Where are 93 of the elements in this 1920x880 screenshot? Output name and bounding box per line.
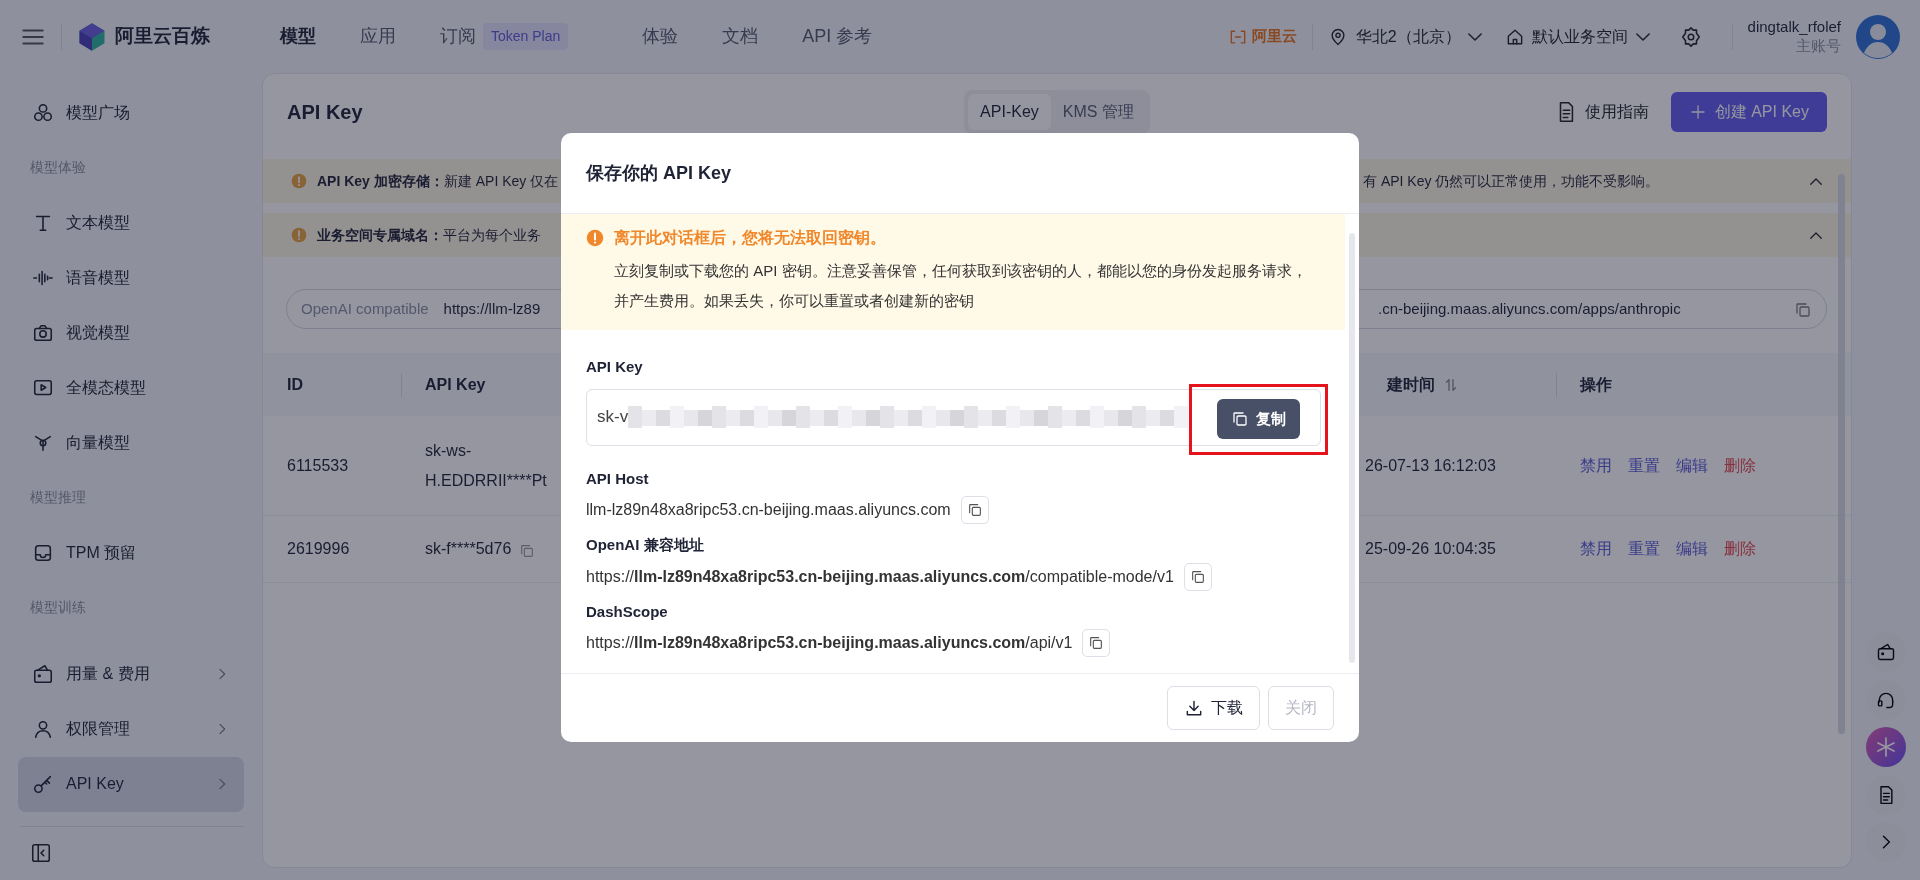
notice-text: 业务空间专属域名：平台为每个业务 xyxy=(317,225,541,245)
copy-button[interactable] xyxy=(1183,562,1212,591)
page-title: API Key xyxy=(287,99,364,125)
copy-icon xyxy=(1088,635,1105,651)
action-link[interactable]: 删除 xyxy=(1724,453,1756,478)
api-key-value: sk-v xyxy=(597,406,629,429)
key-icon xyxy=(32,773,54,796)
download-button[interactable]: 下载 xyxy=(1166,686,1260,730)
section-label: 模型体验 xyxy=(29,158,87,177)
sidebar-item[interactable]: 文本模型 xyxy=(18,195,244,250)
user-name: dingtalk_rfolef xyxy=(1747,17,1841,37)
cluster-icon xyxy=(32,101,54,124)
nav-tab[interactable]: 体验 xyxy=(642,23,679,50)
create-api-key-button[interactable]: 创建 API Key xyxy=(1671,91,1827,132)
column-header[interactable]: 操作 xyxy=(1580,372,1612,397)
region-selector[interactable]: 华北2（北京） xyxy=(1328,24,1483,49)
sidebar-item[interactable]: 语音模型 xyxy=(18,250,244,305)
action-link[interactable]: 编辑 xyxy=(1676,537,1708,561)
chevron-down-icon xyxy=(1468,32,1483,41)
field-value: llm-lz89n48xa8ripc53.cn-beijing.maas.aliyuncs.com xyxy=(586,500,951,520)
cube-logo-icon xyxy=(77,21,107,52)
action-link[interactable]: 禁用 xyxy=(1580,537,1612,561)
guide-link[interactable]: 使用指南 xyxy=(1555,99,1649,124)
sidebar-item[interactable]: API Key xyxy=(18,756,244,812)
nav-tab[interactable]: 订阅 xyxy=(439,23,476,50)
plan-badge: Token Plan xyxy=(483,23,569,50)
scrollbar[interactable] xyxy=(1349,233,1355,663)
sidebar-item[interactable]: 用量 & 费用 xyxy=(18,646,244,702)
user-icon xyxy=(32,718,54,741)
notice-text: 有 API Key 仍然可以正常使用，功能不受影响。 xyxy=(1363,171,1661,191)
copy-button[interactable]: 复制 xyxy=(1216,399,1301,439)
field-label: OpenAI 兼容地址 xyxy=(586,535,705,555)
action-link[interactable]: 重置 xyxy=(1628,537,1660,561)
table-cell-text: 2619996 xyxy=(287,539,350,559)
account-role: 主账号 xyxy=(1795,36,1841,56)
section-label: 模型训练 xyxy=(29,598,87,617)
assistant-button[interactable] xyxy=(1866,727,1906,767)
settings-button[interactable] xyxy=(1679,25,1702,48)
table-cell-text: 25-09-26 10:04:35 xyxy=(1365,539,1496,559)
sidebar-item[interactable]: 全模态模型 xyxy=(18,360,244,415)
copy-icon xyxy=(966,502,983,518)
sidebar-item[interactable]: 向量模型 xyxy=(18,415,244,470)
tab[interactable]: KMS 管理 xyxy=(1050,93,1146,130)
warning-icon xyxy=(291,227,307,243)
action-link[interactable]: 编辑 xyxy=(1676,453,1708,478)
cloud-logo-text: 阿里云 xyxy=(1252,26,1298,47)
notice-text: API Key 加密存储：新建 API Key 仅在 xyxy=(317,171,559,191)
tab[interactable]: API-Key xyxy=(968,93,1051,130)
nav-tab[interactable]: 应用 xyxy=(359,23,396,50)
nav-tab[interactable]: 模型 xyxy=(279,23,316,50)
action-link[interactable]: 删除 xyxy=(1724,537,1756,561)
warning-text: 立刻复制或下载您的 API 密钥。注意妥善保管，任何获取到该密钥的人，都能以您的身份发起服务请求，并产生费用。如果丢失，你可以重置或者创建新的密钥 xyxy=(613,261,1308,311)
column-header[interactable]: 建时间 xyxy=(1387,372,1459,397)
field-label: API Key xyxy=(586,357,644,377)
column-header[interactable]: ID xyxy=(287,372,303,397)
sidebar-item[interactable]: 权限管理 xyxy=(18,701,244,757)
copy-icon xyxy=(1189,568,1206,585)
copy-icon xyxy=(1230,410,1249,428)
copy-button[interactable] xyxy=(960,496,989,524)
copy-button[interactable] xyxy=(1082,629,1111,657)
wallet-icon xyxy=(32,663,54,686)
copy-icon xyxy=(518,542,535,559)
warning-icon xyxy=(291,173,307,189)
table-cell-text: sk-ws-H.EDDRRII****Pt xyxy=(425,440,548,491)
endpoint-label: OpenAI compatible xyxy=(301,298,429,319)
brand-name: 阿里云百炼 xyxy=(114,24,210,49)
endpoint-url: https://llm-lz89 xyxy=(443,298,541,319)
sidebar-item[interactable]: TPM 预留 xyxy=(18,525,244,580)
wallet-icon xyxy=(1876,642,1896,662)
sidebar-item[interactable]: 模型广场 xyxy=(18,85,244,140)
field-value: https://llm-lz89n48xa8ripc53.cn-beijing.maas.aliyuncs.com/api/v1 xyxy=(586,633,1073,653)
table-cell-text: 6115533 xyxy=(287,455,349,476)
avatar[interactable] xyxy=(1856,14,1900,59)
asterisk-icon xyxy=(1874,735,1898,759)
warning-icon xyxy=(586,229,604,247)
workspace-selector[interactable]: 默认业务空间 xyxy=(1504,24,1650,49)
action-link[interactable]: 禁用 xyxy=(1580,453,1612,478)
column-header[interactable]: API Key xyxy=(425,372,486,397)
panel-collapse-icon xyxy=(30,842,52,864)
copy-icon xyxy=(1794,300,1812,319)
warning-title: 离开此对话框后，您将无法取回密钥。 xyxy=(614,228,886,248)
table-cell: sk-f****5d76 xyxy=(425,534,535,564)
nav-tab[interactable]: 文档 xyxy=(722,23,759,50)
chevron-down-icon xyxy=(1635,32,1650,41)
settings-icon xyxy=(1679,26,1702,48)
table-cell-text: 26-07-13 16:12:03 xyxy=(1365,455,1496,476)
field-label: API Host xyxy=(586,468,650,489)
field-label: DashScope xyxy=(586,601,669,622)
endpoint-url: .cn-beijing.maas.aliyuncs.com/apps/anthropic xyxy=(1378,298,1682,319)
field-value: https://llm-lz89n48xa8ripc53.cn-beijing.maas.aliyuncs.com/compatible-mode/v1 xyxy=(586,566,1174,587)
action-link[interactable]: 重置 xyxy=(1628,453,1660,478)
nav-tab[interactable]: API 参考 xyxy=(802,23,873,50)
sidebar-item[interactable]: 视觉模型 xyxy=(18,305,244,360)
